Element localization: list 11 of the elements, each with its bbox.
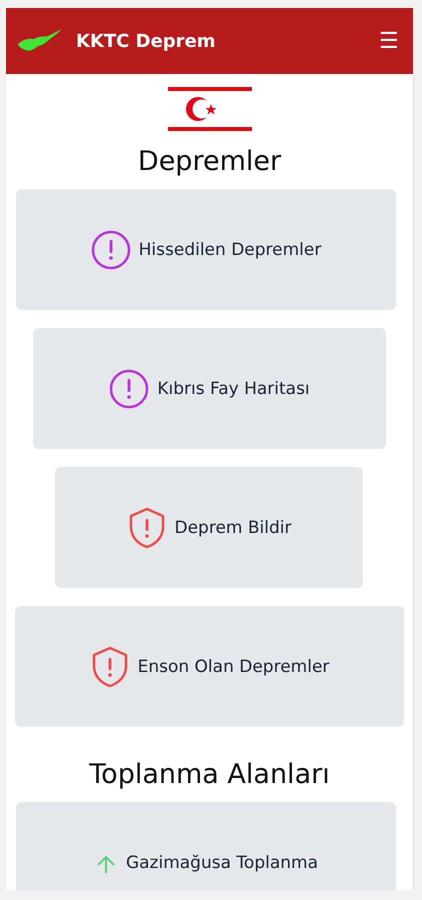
menu-card[interactable]: Gazimağusa Toplanma	[16, 802, 396, 890]
menu-card[interactable]: Kıbrıs Fay Haritası	[33, 328, 386, 449]
alert-circle-icon	[109, 368, 150, 408]
section-heading: Toplanma Alanları	[88, 758, 331, 792]
section-heading: Depremler	[136, 145, 282, 179]
menu-button[interactable]: ☰	[379, 28, 399, 54]
alert-circle-icon	[90, 230, 131, 270]
menu-card[interactable]: Deprem Bildir	[55, 467, 363, 588]
menu-card[interactable]: Enson Olan Depremler	[15, 606, 404, 727]
app-title: KKTC Deprem	[76, 30, 217, 52]
menu-card[interactable]: Hissedilen Depremler	[16, 189, 396, 310]
